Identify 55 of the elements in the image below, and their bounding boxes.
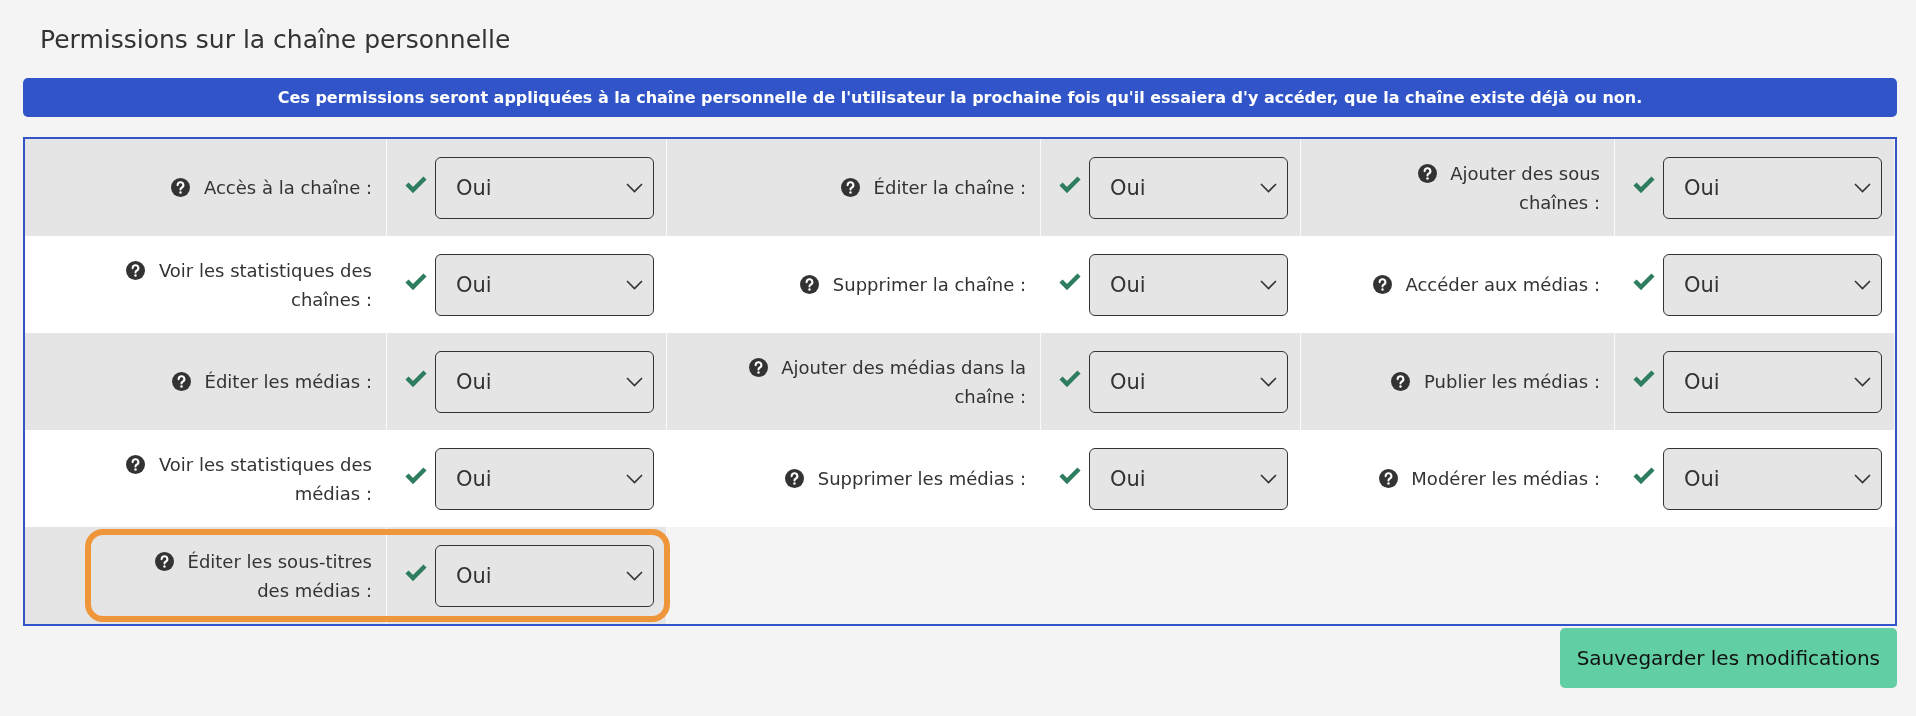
dropdown[interactable]: Oui [1089, 350, 1288, 413]
help-icon[interactable] [1378, 469, 1398, 488]
chevron-icon [1260, 473, 1277, 484]
permission-label: Éditer les sous-titres des médias : [187, 550, 372, 601]
permission-label: Supprimer les médias : [817, 468, 1026, 489]
help-icon[interactable] [171, 178, 191, 197]
help-icon[interactable] [126, 260, 146, 280]
dropdown[interactable]: Oui [1663, 350, 1882, 413]
permission-label: Ajouter des sous chaînes : [1450, 162, 1600, 213]
dropdown[interactable]: Oui [435, 447, 654, 510]
dropdown[interactable]: Oui [1663, 447, 1882, 510]
dropdown[interactable]: Oui [1663, 156, 1882, 219]
chevron-icon [1854, 279, 1871, 290]
chevron-icon [626, 182, 643, 193]
chevron-icon [626, 376, 643, 387]
dropdown[interactable]: Oui [1089, 156, 1288, 219]
info-banner: Ces permissions seront appliquées à la chaîne personnelle de l'utilisateur la prochaine fois qu'il essaiera d'y accéder, que la chaîne existe déjà ou non. [23, 78, 1897, 117]
help-icon[interactable] [1391, 372, 1411, 391]
permission-label: Publier les médias : [1424, 371, 1600, 392]
dropdown[interactable]: Oui [435, 253, 654, 316]
dropdown[interactable]: Oui [435, 156, 654, 219]
chevron-icon [626, 473, 643, 484]
chevron-icon [1854, 473, 1871, 484]
permission-label: Modérer les médias : [1411, 468, 1600, 489]
help-icon[interactable] [1372, 275, 1392, 294]
chevron-icon [1260, 182, 1277, 193]
chevron-icon [626, 570, 643, 581]
permission-label: Accéder aux médias : [1405, 274, 1600, 295]
chevron-icon [1854, 376, 1871, 387]
permission-label: Voir les statistiques des chaînes : [158, 259, 372, 310]
help-icon[interactable] [840, 178, 860, 197]
permission-label: Éditer les médias : [204, 371, 372, 392]
permission-label: Ajouter des médias dans la chaîne : [781, 356, 1026, 407]
dropdown[interactable]: Oui [435, 544, 654, 607]
page-title: Permissions sur la chaîne personnelle [40, 24, 511, 56]
permission-label: Éditer la chaîne : [873, 177, 1026, 198]
help-icon[interactable] [748, 357, 768, 377]
chevron-icon [1260, 279, 1277, 290]
dropdown[interactable]: Oui [1089, 447, 1288, 510]
chevron-icon [1854, 182, 1871, 193]
permission-label: Supprimer la chaîne : [832, 274, 1026, 295]
help-icon[interactable] [126, 454, 146, 474]
permission-label: Accès à la chaîne : [203, 177, 372, 198]
dropdown[interactable]: Oui [435, 350, 654, 413]
permission-label: Voir les statistiques des médias : [158, 453, 372, 504]
help-icon[interactable] [785, 469, 805, 488]
chevron-icon [1260, 376, 1277, 387]
help-icon[interactable] [154, 551, 174, 571]
dropdown[interactable]: Oui [1663, 253, 1882, 316]
dropdown[interactable]: Oui [1089, 253, 1288, 316]
help-icon[interactable] [1417, 163, 1437, 183]
help-icon[interactable] [800, 275, 820, 294]
help-icon[interactable] [171, 372, 191, 391]
save-button[interactable]: Sauvegarder les modifications [1559, 628, 1897, 688]
chevron-icon [626, 279, 643, 290]
